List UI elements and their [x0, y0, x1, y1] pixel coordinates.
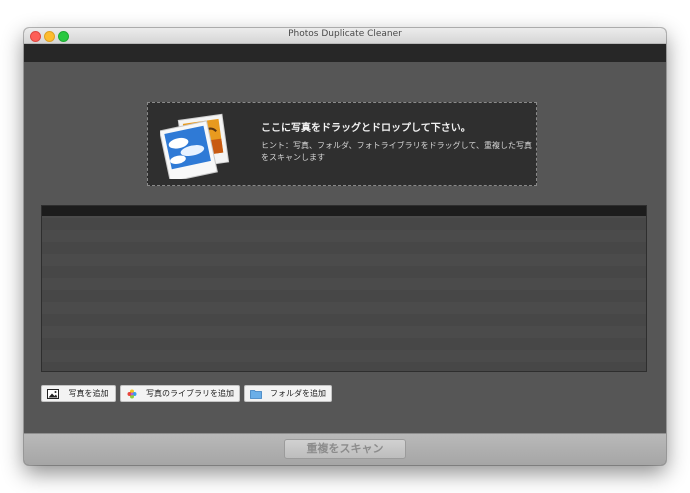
add-folder-button[interactable]: フォルダを追加: [244, 385, 332, 402]
drop-zone-title: ここに写真をドラッグとドロップして下さい。: [261, 123, 471, 134]
title-bar[interactable]: Photos Duplicate Cleaner: [24, 28, 666, 44]
add-photo-library-button[interactable]: 写真のライブラリを追加: [120, 385, 240, 402]
add-buttons-row: 写真を追加 写真のライブラリを追加 フォルダを追加: [41, 385, 351, 402]
app-window: Photos Duplicate Cleaner ここに写真をドラッグとドロップ…: [24, 28, 666, 465]
image-icon: [47, 389, 59, 399]
photos-icon: [160, 113, 230, 179]
toolbar: [24, 44, 666, 62]
add-photo-library-label: 写真のライブラリを追加: [146, 389, 234, 398]
drop-zone-hint: ヒント：写真、フォルダ、フォトライブラリをドラッグして、重複した写真をスキャンし…: [261, 141, 532, 162]
photo-drop-zone[interactable]: ここに写真をドラッグとドロップして下さい。 ヒント：写真、フォルダ、フォトライブ…: [147, 102, 537, 186]
photo-list[interactable]: [41, 205, 647, 372]
add-photos-button[interactable]: 写真を追加: [41, 385, 116, 402]
scan-duplicates-button[interactable]: 重複をスキャン: [284, 439, 406, 459]
photo-library-icon: [127, 389, 137, 399]
footer-bar: 重複をスキャン: [24, 433, 666, 465]
window-title: Photos Duplicate Cleaner: [288, 29, 402, 39]
list-header: [42, 206, 646, 216]
folder-icon: [250, 390, 262, 399]
add-photos-label: 写真を追加: [68, 389, 109, 398]
main-content: ここに写真をドラッグとドロップして下さい。 ヒント：写真、フォルダ、フォトライブ…: [24, 62, 666, 433]
add-folder-label: フォルダを追加: [270, 389, 326, 398]
